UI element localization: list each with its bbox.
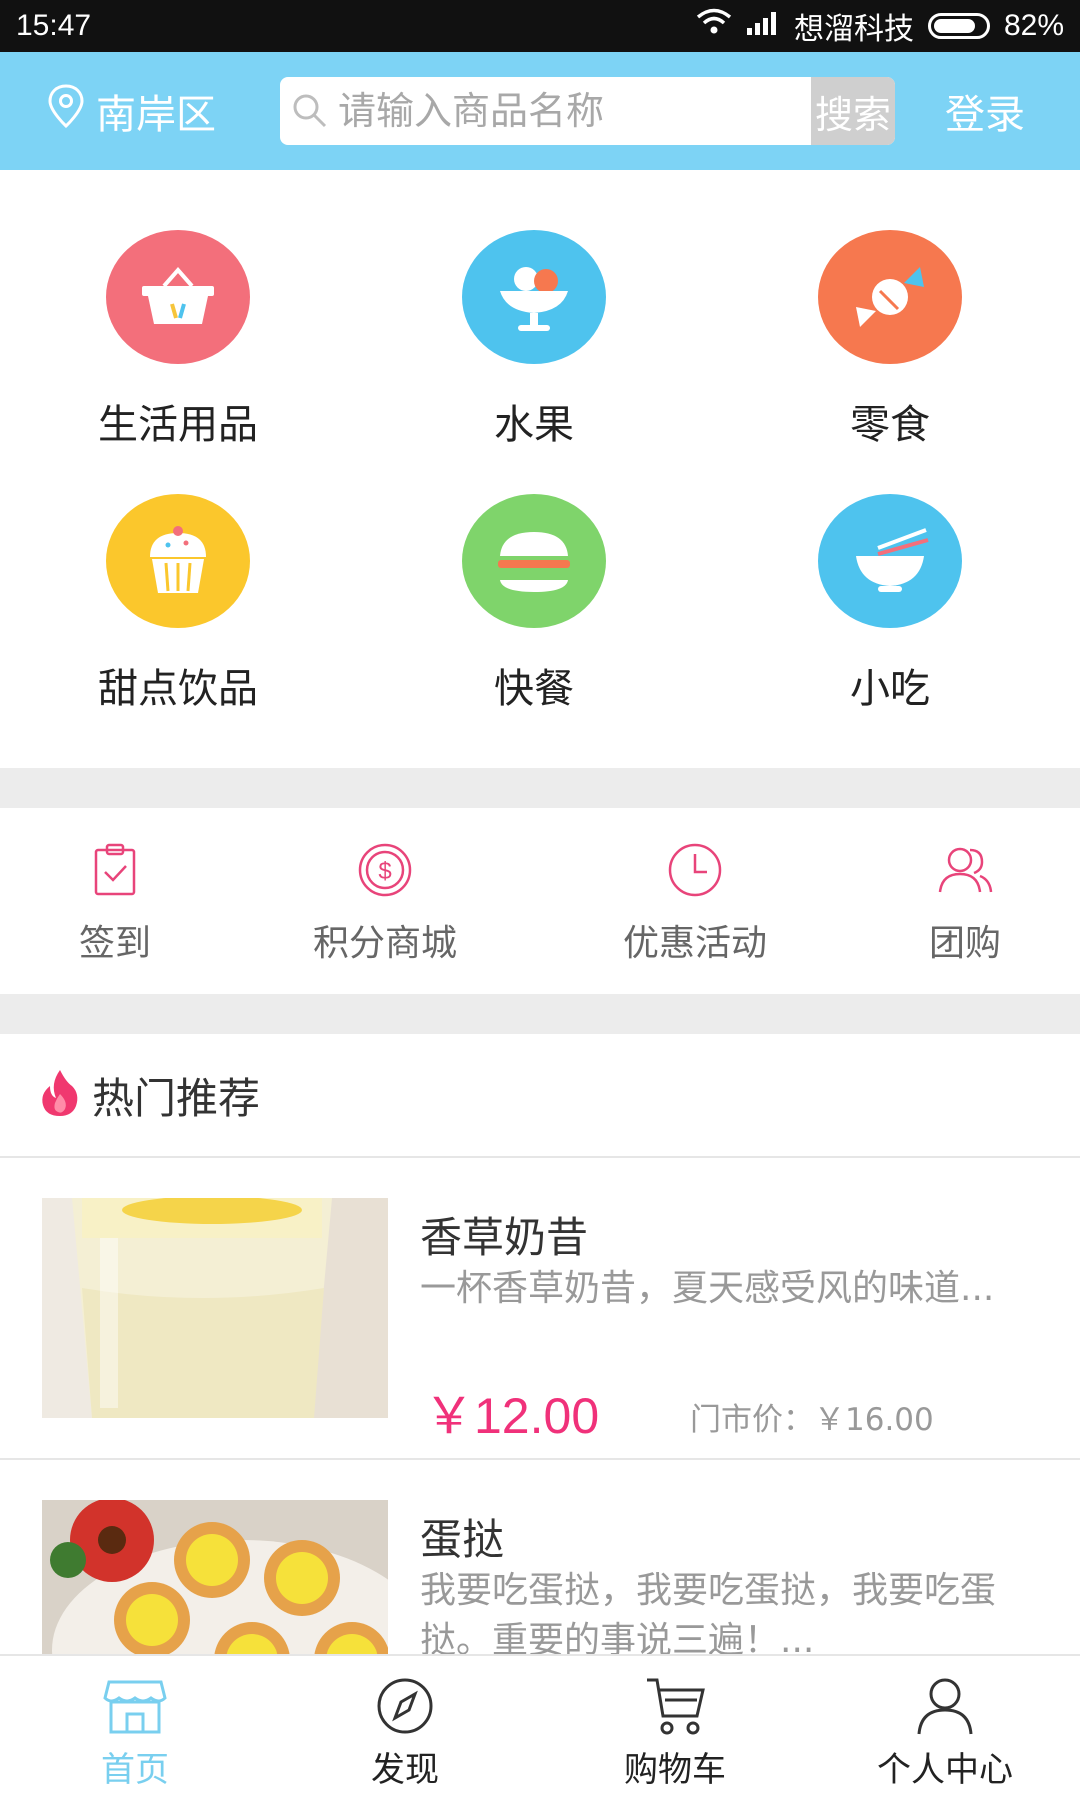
quick-nav-points-mall[interactable]: $ 积分商城 (230, 808, 540, 994)
status-bar: 15:47 想溜科技 82% (0, 0, 1080, 52)
search-bar: 搜索 (280, 77, 895, 145)
category-label: 零食 (850, 402, 930, 448)
location-selector[interactable]: 南岸区 (46, 82, 256, 140)
product-description: 一杯香草奶昔，夏天感受风的味道... (420, 1268, 995, 1309)
person-icon (913, 1676, 977, 1740)
svg-text:$: $ (378, 858, 391, 885)
home-screen: 15:47 想溜科技 82% 南岸区 搜索 登录 (0, 0, 1080, 1800)
quick-nav-group-buy[interactable]: 团购 (850, 808, 1080, 994)
category-label: 生活用品 (98, 402, 258, 448)
wifi-icon (696, 8, 732, 44)
top-header: 南岸区 搜索 登录 (0, 52, 1080, 170)
section-divider (0, 768, 1080, 808)
fire-icon (40, 1068, 80, 1122)
noodle-bowl-icon (818, 494, 962, 628)
product-price: ￥12.00 (424, 1388, 600, 1444)
product-market-price: 门市价：￥16.00 (690, 1402, 934, 1438)
compass-icon (373, 1676, 437, 1740)
hot-section-title: 热门推荐 (92, 1073, 261, 1123)
battery-icon (927, 13, 990, 39)
storefront-icon (103, 1676, 167, 1740)
tab-label: 购物车 (624, 1750, 726, 1790)
category-grid: 生活用品 水果 零食 甜点饮品 快餐 小吃 (0, 170, 1080, 768)
product-name: 蛋挞 (420, 1515, 505, 1564)
search-icon (290, 91, 330, 131)
category-label: 水果 (494, 402, 574, 448)
search-button[interactable]: 搜索 (811, 77, 895, 145)
category-fruit[interactable]: 水果 (356, 230, 712, 494)
dollar-coin-icon: $ (357, 842, 413, 902)
cupcake-icon (106, 494, 250, 628)
basket-icon (106, 230, 250, 364)
bottom-tab-bar: 首页 发现 购物车 个人中心 (0, 1654, 1080, 1800)
location-label: 南岸区 (96, 92, 216, 138)
category-fast-food[interactable]: 快餐 (356, 494, 712, 776)
login-link[interactable]: 登录 (945, 82, 1025, 140)
tab-cart[interactable]: 购物车 (540, 1656, 810, 1800)
tab-profile[interactable]: 个人中心 (810, 1656, 1080, 1800)
quick-nav-label: 积分商城 (312, 923, 457, 964)
group-users-icon (936, 842, 994, 902)
tab-label: 首页 (101, 1750, 169, 1790)
category-label: 快餐 (494, 666, 574, 712)
quick-nav-checkin[interactable]: 签到 (0, 808, 230, 994)
carrier-name: 想溜科技 (793, 12, 914, 47)
status-time: 15:47 (16, 9, 92, 42)
quick-nav-label: 优惠活动 (622, 923, 767, 964)
quick-nav-label: 团购 (928, 923, 1001, 964)
battery-percent: 82% (1003, 9, 1064, 42)
category-label: 小吃 (850, 666, 930, 712)
clock-icon (667, 842, 723, 902)
product-card[interactable]: 香草奶昔 一杯香草奶昔，夏天感受风的味道... ￥12.00 门市价：￥16.0… (0, 1158, 1080, 1460)
location-pin-icon (46, 83, 96, 139)
category-daily-goods[interactable]: 生活用品 (0, 230, 356, 494)
checkin-clipboard-icon (90, 842, 140, 902)
product-image-milkshake (42, 1198, 388, 1418)
cart-icon (643, 1676, 707, 1740)
burger-icon (462, 494, 606, 628)
product-name: 香草奶昔 (420, 1213, 589, 1262)
hot-section-header: 热门推荐 (0, 1034, 1080, 1158)
category-street-snacks[interactable]: 小吃 (712, 494, 1068, 776)
category-desserts-drinks[interactable]: 甜点饮品 (0, 494, 356, 776)
tab-discover[interactable]: 发现 (270, 1656, 540, 1800)
product-description: 我要吃蛋挞，我要吃蛋挞，我要吃蛋挞。重要的事说三遍！... (420, 1570, 997, 1661)
tab-home[interactable]: 首页 (0, 1656, 270, 1800)
quick-nav: 签到 $ 积分商城 优惠活动 团购 (0, 808, 1080, 994)
category-snacks[interactable]: 零食 (712, 230, 1068, 494)
candy-icon (818, 230, 962, 364)
quick-nav-label: 签到 (78, 923, 151, 964)
signal-icon (746, 9, 780, 44)
fruit-bowl-icon (462, 230, 606, 364)
tab-label: 发现 (371, 1750, 439, 1790)
quick-nav-promotions[interactable]: 优惠活动 (540, 808, 850, 994)
category-label: 甜点饮品 (98, 666, 258, 712)
search-input[interactable] (330, 77, 811, 145)
tab-label: 个人中心 (877, 1750, 1013, 1790)
section-divider (0, 994, 1080, 1034)
